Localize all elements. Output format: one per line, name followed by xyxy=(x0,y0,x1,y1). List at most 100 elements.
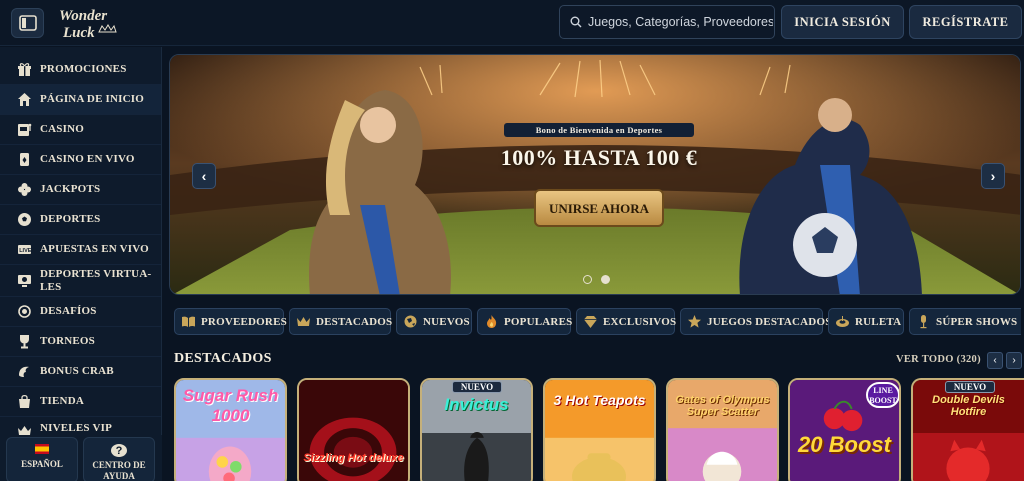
virtual-sports-icon xyxy=(17,273,32,288)
sidebar-item-label: NIVELES VIP xyxy=(40,422,112,434)
slot-machine-icon xyxy=(17,122,32,137)
sidebar-item-tienda[interactable]: TIENDA xyxy=(0,387,161,417)
sidebar-item-label: CASINO EN VIVO xyxy=(40,153,135,165)
soccer-ball-icon xyxy=(17,212,32,227)
spain-flag-icon xyxy=(35,444,49,454)
see-all-link[interactable]: VER TODO (320) xyxy=(896,354,981,365)
sidebar-item-label: PÁGINA DE INICIO xyxy=(40,93,145,105)
carousel-dot[interactable] xyxy=(583,275,592,284)
chevron-left-icon: ‹ xyxy=(201,168,207,184)
chevron-right-icon: › xyxy=(990,168,996,184)
promo-banner[interactable]: ‹ › Bono de Bienvenida en Deportes 100% … xyxy=(169,54,1021,295)
question-icon: ? xyxy=(111,444,127,457)
game-title: Gates of Olympus Super Scatter xyxy=(675,394,770,418)
wonder-luck-logo[interactable]: Wonder Luck xyxy=(57,4,127,42)
game-title: Double Devils Hotfire xyxy=(932,394,1005,418)
tab-label: EXCLUSIVOS xyxy=(603,315,677,328)
diamond-icon xyxy=(583,313,598,330)
register-button[interactable]: REGÍSTRATE xyxy=(909,5,1022,39)
tab-label: POPULARES xyxy=(504,315,573,328)
chevron-left-icon: ‹ xyxy=(993,355,997,366)
sidebar-item-niveles-vip[interactable]: NIVELES VIP xyxy=(0,417,161,435)
banner-prev-button[interactable]: ‹ xyxy=(192,163,216,189)
game-card-double-devils[interactable]: NUEVO Double Devils Hotfire xyxy=(911,378,1024,481)
crab-claw-icon xyxy=(17,364,32,379)
sidebar-item-casino[interactable]: CASINO xyxy=(0,115,161,145)
vip-crown-icon xyxy=(17,426,32,435)
game-card-3-hot-teapots[interactable]: 3 Hot Teapots xyxy=(543,378,656,481)
globe-icon xyxy=(403,313,418,330)
carousel-dot-active[interactable] xyxy=(601,275,610,284)
sidebar-footer: ESPAÑOL ? CENTRO DE AYUDA xyxy=(0,435,162,481)
language-selector[interactable]: ESPAÑOL xyxy=(6,437,78,481)
sidebar-item-label: DEPORTES VIRTUA- LES xyxy=(40,267,152,293)
sidebar-item-bonus-crab[interactable]: BONUS CRAB xyxy=(0,357,161,387)
game-title: Sugar Rush 1000 xyxy=(182,386,279,425)
tab-destacados[interactable]: DESTACADOS xyxy=(289,308,392,335)
sidebar-item-deportes-virtuales[interactable]: DEPORTES VIRTUA- LES xyxy=(0,265,161,297)
line-boost-badge: LINE BOOST xyxy=(866,382,899,408)
microphone-icon xyxy=(916,313,931,330)
join-now-button[interactable]: UNIRSE AHORA xyxy=(534,189,664,227)
section-title: Destacados xyxy=(174,351,272,366)
login-button[interactable]: INICIA SESIÓN xyxy=(781,5,904,39)
live-icon: LIVE xyxy=(17,242,32,257)
game-card-invictus[interactable]: NUEVO Invictus xyxy=(420,378,533,481)
search-input[interactable] xyxy=(588,15,773,29)
cards-icon xyxy=(17,152,32,167)
help-center-label: CENTRO DE AYUDA xyxy=(92,460,146,481)
sidebar-item-desafios[interactable]: DESAFÍOS xyxy=(0,297,161,327)
sidebar-item-torneos[interactable]: TORNEOS xyxy=(0,327,161,357)
game-title: Invictus xyxy=(444,395,509,414)
game-card-sizzling-hot[interactable]: Sizzling Hot deluxe xyxy=(297,378,410,481)
chevron-right-icon: › xyxy=(1012,355,1016,366)
search-icon xyxy=(570,16,582,28)
carousel-prev-button[interactable]: ‹ xyxy=(987,352,1003,369)
sidebar-toggle-icon xyxy=(18,15,37,31)
sidebar-item-deportes[interactable]: DEPORTES xyxy=(0,205,161,235)
tab-proveedores[interactable]: PROVEEDORES xyxy=(174,308,287,335)
sidebar-item-label: DESAFÍOS xyxy=(40,305,97,317)
svg-text:Luck: Luck xyxy=(62,25,95,41)
banner-next-button[interactable]: › xyxy=(981,163,1005,189)
tab-ruleta[interactable]: RULETA xyxy=(828,308,904,335)
svg-text:Wonder: Wonder xyxy=(59,8,107,24)
tab-juegos-destacados[interactable]: JUEGOS DESTACADOS xyxy=(680,308,831,335)
search-box[interactable] xyxy=(559,5,775,39)
sidebar-item-label: DEPORTES xyxy=(40,213,101,225)
sidebar-item-casino-en-vivo[interactable]: CASINO EN VIVO xyxy=(0,145,161,175)
sidebar-item-label: JACKPOTS xyxy=(40,183,101,195)
trophy-icon xyxy=(17,334,32,349)
game-card-20-boost[interactable]: LINE BOOST 20 Boost xyxy=(788,378,901,481)
sidebar-item-promociones[interactable]: PROMOCIONES xyxy=(0,55,161,85)
sidebar-item-jackpots[interactable]: JACKPOTS xyxy=(0,175,161,205)
shopping-bag-icon xyxy=(17,394,32,409)
game-title: 3 Hot Teapots xyxy=(553,392,646,408)
tab-populares[interactable]: POPULARES xyxy=(477,308,573,335)
tab-nuevos[interactable]: NUEVOS xyxy=(396,308,472,335)
sidebar-item-label: TIENDA xyxy=(40,395,84,407)
top-header: Wonder Luck INICIA SESIÓN REGÍSTRATE xyxy=(0,0,1024,46)
sidebar-toggle-button[interactable] xyxy=(11,8,44,38)
game-title: Sizzling Hot deluxe xyxy=(303,452,404,464)
roulette-icon xyxy=(835,313,850,330)
tab-label: PROVEEDORES xyxy=(201,315,287,328)
sidebar-item-label: APUESTAS EN VIVO xyxy=(40,243,149,255)
sidebar-item-inicio[interactable]: PÁGINA DE INICIO xyxy=(0,85,161,115)
game-card-gates-of-olympus[interactable]: Gates of Olympus Super Scatter xyxy=(666,378,779,481)
game-card-sugar-rush[interactable]: Sugar Rush 1000 xyxy=(174,378,287,481)
promo-tag: Bono de Bienvenida en Deportes xyxy=(504,123,694,137)
language-label: ESPAÑOL xyxy=(21,459,63,469)
help-center-button[interactable]: ? CENTRO DE AYUDA xyxy=(83,437,155,481)
tab-label: SÚPER SHOWS xyxy=(936,315,1018,328)
stadium-background-image xyxy=(170,55,1020,294)
tab-exclusivos[interactable]: EXCLUSIVOS xyxy=(576,308,677,335)
carousel-next-button[interactable]: › xyxy=(1006,352,1022,369)
book-icon xyxy=(181,313,196,330)
gift-icon xyxy=(17,62,32,77)
sidebar-item-label: PROMOCIONES xyxy=(40,63,127,75)
tab-super-shows[interactable]: SÚPER SHOWS xyxy=(909,308,1021,335)
promo-title: 100% HASTA 100 € xyxy=(500,145,698,170)
fire-icon xyxy=(484,313,499,330)
sidebar-item-apuestas-en-vivo[interactable]: LIVE APUESTAS EN VIVO xyxy=(0,235,161,265)
